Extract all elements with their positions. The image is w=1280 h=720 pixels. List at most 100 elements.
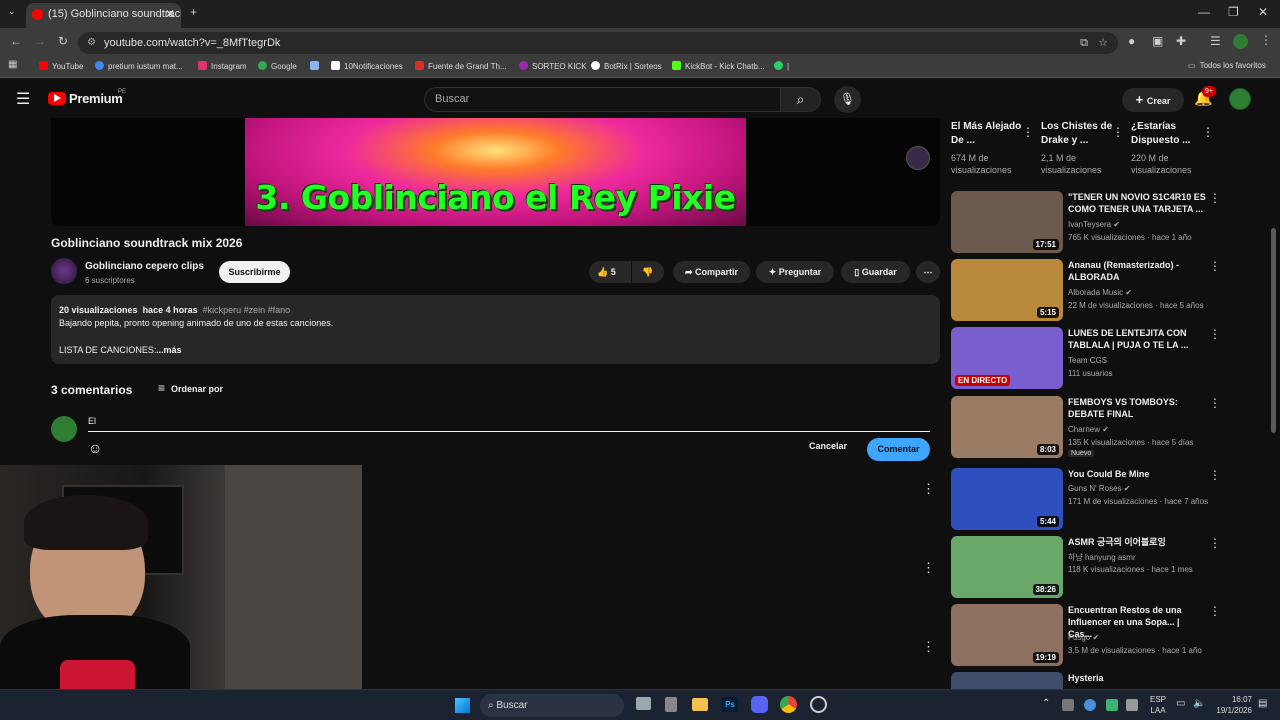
- video-player[interactable]: 3. Goblinciano el Rey Pixie: [51, 118, 940, 226]
- emoji-picker-icon[interactable]: ☺: [88, 440, 102, 456]
- video-thumbnail[interactable]: [951, 672, 1063, 689]
- chrome-icon[interactable]: [780, 696, 797, 713]
- bookmark-unnamed[interactable]: [310, 61, 323, 71]
- video-thumbnail[interactable]: 17:51: [951, 191, 1063, 253]
- more-options-icon[interactable]: ⋮: [1209, 327, 1221, 341]
- more-options-icon[interactable]: ⋮: [1209, 396, 1221, 410]
- tray-app-icon[interactable]: [1084, 699, 1096, 711]
- recommendation-item[interactable]: 5:44 You Could Be Mine Guns N' Roses ✔ 1…: [951, 468, 1231, 532]
- notification-center-icon[interactable]: ▤: [1258, 698, 1267, 709]
- tab-list-icon[interactable]: ⌄: [8, 6, 16, 17]
- comment-menu-icon[interactable]: ⋮: [922, 560, 935, 576]
- video-thumbnail[interactable]: 5:44: [951, 468, 1063, 530]
- more-options-icon[interactable]: ⋮: [1209, 259, 1221, 273]
- submit-comment-button[interactable]: Comentar: [867, 438, 930, 461]
- app-icon[interactable]: [665, 697, 677, 712]
- bookmark-grand-theft[interactable]: Fuente de Grand Th...: [415, 61, 507, 71]
- back-icon[interactable]: ←: [10, 34, 22, 48]
- more-options-icon[interactable]: ⋮: [1202, 125, 1214, 139]
- extension-2-icon[interactable]: ▣: [1152, 34, 1163, 48]
- clock[interactable]: 16:07 19/1/2026: [1214, 694, 1252, 716]
- taskbar-search[interactable]: ⌕ Buscar: [480, 694, 624, 717]
- reload-icon[interactable]: ↻: [58, 34, 68, 48]
- more-options-icon[interactable]: ⋮: [1209, 191, 1221, 205]
- url-field[interactable]: ⚙ youtube.com/watch?v=_8MfTtegrDk ⧉ ☆: [78, 32, 1118, 54]
- language-indicator[interactable]: ESP LAA: [1150, 694, 1166, 716]
- shorts-card[interactable]: ¿Estarías Dispuesto ... 220 M de visualiz…: [1131, 120, 1206, 176]
- tray-app-icon[interactable]: [1126, 699, 1138, 711]
- more-options-icon[interactable]: ⋮: [1209, 536, 1221, 550]
- site-info-icon[interactable]: ⚙: [87, 32, 96, 54]
- youtube-logo-icon[interactable]: [48, 92, 66, 105]
- video-thumbnail[interactable]: 5:15: [951, 259, 1063, 321]
- sort-comments-button[interactable]: ≡ Ordenar por: [158, 381, 223, 395]
- photoshop-icon[interactable]: Ps: [722, 697, 738, 712]
- recommendation-item[interactable]: Hysteria: [951, 672, 1231, 689]
- bookmark-botrix[interactable]: BotRix | Sorteos: [591, 61, 662, 71]
- bookmark-youtube[interactable]: YouTube: [39, 61, 83, 71]
- recommendation-item[interactable]: 38:26 ASMR 궁극의 이어블로잉 하냥 hanyung asmr 118…: [951, 536, 1231, 600]
- bookmark-instagram[interactable]: Instagram: [198, 61, 247, 71]
- recommendation-item[interactable]: 8:03 FEMBOYS VS TOMBOYS: DEBATE FINAL Ch…: [951, 396, 1231, 460]
- page-scrollbar[interactable]: [1271, 228, 1276, 433]
- file-explorer-icon[interactable]: [692, 698, 708, 711]
- account-avatar[interactable]: [1229, 88, 1251, 110]
- cancel-comment-button[interactable]: Cancelar: [809, 441, 847, 451]
- bookmark-x-notifications[interactable]: 10Notificaciones: [331, 61, 403, 71]
- close-window-icon[interactable]: ✕: [1258, 5, 1268, 19]
- more-actions-button[interactable]: ⋯: [916, 261, 940, 283]
- app-icon[interactable]: [810, 696, 827, 713]
- more-options-icon[interactable]: ⋮: [1022, 125, 1034, 139]
- hashtags[interactable]: #kickperu #zein #fano: [203, 305, 291, 315]
- extensions-puzzle-icon[interactable]: ✚: [1176, 34, 1186, 48]
- show-more-link[interactable]: ...más: [156, 345, 182, 355]
- windows-start-icon[interactable]: [455, 698, 470, 713]
- hamburger-menu-icon[interactable]: ☰: [16, 89, 30, 109]
- create-button[interactable]: + Crear: [1122, 88, 1184, 112]
- close-tab-icon[interactable]: ✕: [165, 3, 175, 25]
- search-button[interactable]: ⌕: [781, 87, 821, 112]
- video-thumbnail[interactable]: EN DIRECTO: [951, 327, 1063, 389]
- forward-icon[interactable]: →: [34, 34, 46, 48]
- search-input[interactable]: Buscar: [424, 87, 781, 112]
- channel-avatar[interactable]: [51, 258, 77, 284]
- video-thumbnail[interactable]: 19:19: [951, 604, 1063, 666]
- comment-menu-icon[interactable]: ⋮: [922, 481, 935, 497]
- bookmark-star-icon[interactable]: ☆: [1098, 32, 1108, 54]
- video-thumbnail[interactable]: 38:26: [951, 536, 1063, 598]
- video-thumbnail[interactable]: 8:03: [951, 396, 1063, 458]
- tray-app-icon[interactable]: [1106, 699, 1118, 711]
- discord-icon[interactable]: [751, 696, 768, 713]
- bookmark-google[interactable]: Google: [258, 61, 297, 71]
- network-icon[interactable]: ▭: [1176, 698, 1185, 709]
- all-favorites-folder[interactable]: ▭ Todos los favoritos: [1188, 61, 1266, 70]
- subscribe-button[interactable]: Suscribirme: [219, 261, 290, 283]
- youtube-premium-logo[interactable]: Premium: [69, 91, 123, 106]
- minimize-icon[interactable]: —: [1198, 5, 1210, 19]
- like-button[interactable]: 👍 5: [589, 261, 631, 283]
- comment-input[interactable]: El: [88, 414, 930, 432]
- channel-name[interactable]: Goblinciano cepero clips: [85, 261, 204, 272]
- ask-button[interactable]: ✦ Preguntar: [756, 261, 834, 283]
- recommendation-item[interactable]: 5:15 Ananau (Remasterizado) - ALBORADA A…: [951, 259, 1231, 323]
- browser-menu-icon[interactable]: ⋮: [1260, 33, 1272, 47]
- extension-icon[interactable]: ●: [1128, 34, 1135, 48]
- more-options-icon[interactable]: ⋮: [1209, 468, 1221, 482]
- recommendation-item[interactable]: EN DIRECTO LUNES DE LENTEJITA CON TABLAL…: [951, 327, 1231, 391]
- more-options-icon[interactable]: ⋮: [1209, 604, 1221, 618]
- comment-menu-icon[interactable]: ⋮: [922, 639, 935, 655]
- save-button[interactable]: ▯ Guardar: [841, 261, 910, 283]
- recommendation-item[interactable]: 17:51 "TENER UN NOVIO S1C4R10 ES COMO TE…: [951, 191, 1231, 255]
- tray-expand-icon[interactable]: ⌃: [1042, 698, 1050, 709]
- new-tab-icon[interactable]: +: [190, 5, 197, 19]
- bookmark-pretium[interactable]: pretium iustum mat...: [95, 61, 183, 71]
- profile-avatar[interactable]: [1233, 34, 1248, 49]
- bookmark-kickbot[interactable]: KickBot - Kick Chatb...: [672, 61, 765, 71]
- tray-app-icon[interactable]: [1062, 699, 1074, 711]
- description-box[interactable]: 20 visualizaciones hace 4 horas #kickper…: [51, 295, 940, 364]
- bookmark-sorteo-kick[interactable]: SORTEO KICK: [519, 61, 587, 71]
- channel-watermark[interactable]: [906, 146, 930, 170]
- maximize-icon[interactable]: ❐: [1228, 5, 1239, 19]
- more-options-icon[interactable]: ⋮: [1112, 125, 1124, 139]
- shorts-card[interactable]: Los Chistes de Drake y ... 2,1 M de visua…: [1041, 120, 1116, 176]
